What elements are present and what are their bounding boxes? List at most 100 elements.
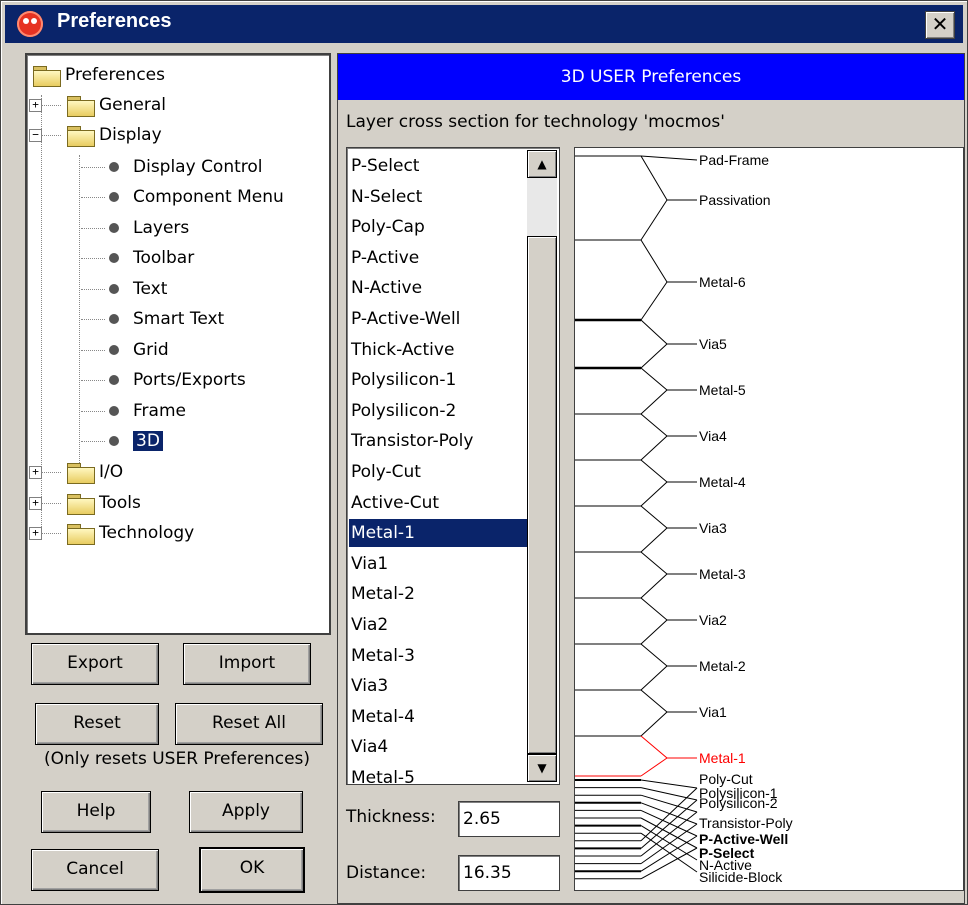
layer-list-item[interactable]: Active-Cut [349, 489, 527, 517]
layer-list-item[interactable]: P-Active-Well [349, 305, 527, 333]
layer-label: Polysilicon-2 [699, 795, 778, 811]
preferences-window: Preferences ✕ Preferences + General − Di… [0, 0, 968, 905]
close-button[interactable]: ✕ [925, 11, 955, 39]
folder-icon [31, 64, 61, 87]
layer-list[interactable]: P-Select N-Select Poly-Cap P-Active N-Active… [346, 147, 560, 785]
layer-list-item[interactable]: Metal-1 [349, 519, 527, 548]
layer-label: Metal-3 [699, 566, 746, 582]
tree-item-preferences[interactable]: Preferences [31, 61, 165, 89]
folder-icon [65, 124, 95, 147]
layer-list-item[interactable]: Polysilicon-2 [349, 397, 527, 425]
tree-item-grid[interactable]: Grid [81, 336, 169, 364]
export-button[interactable]: Export [31, 643, 159, 685]
folder-icon [65, 522, 95, 545]
layer-list-item[interactable]: Metal-3 [349, 642, 527, 670]
connector-line [640, 505, 668, 553]
layer-label: Passivation [699, 192, 771, 208]
layer-list-item[interactable]: Transistor-Poly [349, 427, 527, 455]
layer-list-item[interactable]: P-Select [349, 152, 527, 180]
tree-item-text[interactable]: Text [81, 275, 167, 303]
connector-line [640, 802, 698, 825]
bullet-icon [109, 162, 119, 172]
layer-list-item[interactable]: P-Active [349, 244, 527, 272]
layer-label: Via5 [699, 336, 727, 352]
layer-list-item[interactable]: Metal-2 [349, 580, 527, 608]
tree-item-label: Grid [133, 340, 169, 360]
cancel-button[interactable]: Cancel [31, 849, 159, 891]
tree-item-label: Ports/Exports [133, 370, 246, 390]
connector-line [640, 597, 668, 645]
tree-item-label: Display Control [133, 157, 263, 177]
layer-label: Via1 [699, 704, 727, 720]
connector-line [640, 689, 668, 737]
connector-line [640, 239, 668, 321]
apply-button[interactable]: Apply [189, 791, 303, 833]
layer-label: Metal-4 [699, 474, 746, 490]
scroll-down-icon[interactable]: ▼ [527, 754, 557, 782]
distance-field[interactable]: 16.35 [458, 855, 560, 891]
layer-list-item[interactable]: N-Active [349, 274, 527, 302]
tree-item-label: General [99, 95, 166, 115]
reset-note: (Only resets USER Preferences) [43, 749, 311, 769]
import-button[interactable]: Import [183, 643, 311, 685]
connector-line [640, 367, 668, 415]
preferences-tree[interactable]: Preferences + General − Display Display … [25, 53, 331, 635]
layer-list-item[interactable]: Poly-Cut [349, 458, 527, 486]
tree-item-display-control[interactable]: Display Control [81, 153, 263, 181]
layer-list-item[interactable]: Via1 [349, 550, 527, 578]
layer-label: Metal-5 [699, 382, 746, 398]
layer-list-item[interactable]: Via2 [349, 611, 527, 639]
tree-item-label: I/O [99, 462, 124, 482]
scrollbar-thumb[interactable] [527, 236, 557, 754]
tree-item-label: Tools [99, 493, 141, 513]
tree-item-display[interactable]: − Display [27, 121, 162, 149]
tree-item-label: Display [99, 125, 162, 145]
layer-list-item[interactable]: Metal-5 [349, 764, 527, 784]
layer-list-item[interactable]: Polysilicon-1 [349, 366, 527, 394]
ok-button[interactable]: OK [199, 847, 305, 893]
bullet-icon [109, 314, 119, 324]
tree-item-frame[interactable]: Frame [81, 397, 186, 425]
tree-item-io[interactable]: + I/O [27, 458, 123, 486]
connector-line [640, 811, 698, 857]
scroll-up-icon[interactable]: ▲ [527, 150, 557, 178]
tree-item-label: Technology [99, 523, 195, 543]
panel-subtitle: Layer cross section for technology 'mocm… [346, 112, 725, 132]
panel-header: 3D USER Preferences [338, 54, 964, 100]
connector-line [640, 779, 698, 789]
reset-all-button[interactable]: Reset All [175, 703, 323, 745]
bullet-icon [109, 406, 119, 416]
bullet-icon [109, 192, 119, 202]
tree-item-label: Toolbar [133, 248, 195, 268]
layer-list-item[interactable]: N-Select [349, 183, 527, 211]
layer-list-item[interactable]: Thick-Active [349, 336, 527, 364]
help-button[interactable]: Help [41, 791, 151, 833]
tree-item-technology[interactable]: + Technology [27, 519, 194, 547]
tree-item-tools[interactable]: + Tools [27, 489, 141, 517]
tree-item-toolbar[interactable]: Toolbar [81, 244, 194, 272]
tree-item-general[interactable]: + General [27, 91, 166, 119]
connector-line [640, 825, 698, 861]
connector-line [640, 319, 668, 369]
tree-item-layers[interactable]: Layers [81, 214, 189, 242]
layer-list-item[interactable]: Via3 [349, 672, 527, 700]
tree-item-smart-text[interactable]: Smart Text [81, 305, 224, 333]
tree-item-3d[interactable]: 3D [81, 427, 163, 455]
layer-list-scrollbar[interactable]: ▲ ▼ [527, 150, 557, 782]
layer-list-item[interactable]: Via4 [349, 733, 527, 761]
thickness-field[interactable]: 2.65 [458, 801, 560, 837]
window-title: Preferences [57, 10, 172, 32]
tree-item-component-menu[interactable]: Component Menu [81, 183, 284, 211]
title-bar[interactable]: Preferences ✕ [5, 5, 963, 43]
connector-line [640, 459, 668, 507]
connector-line [640, 551, 668, 599]
reset-button[interactable]: Reset [35, 703, 159, 745]
tree-item-label: Frame [133, 401, 186, 421]
layer-list-item[interactable]: Poly-Cap [349, 213, 527, 241]
tree-item-ports-exports[interactable]: Ports/Exports [81, 366, 246, 394]
connector-line [640, 643, 668, 691]
thickness-label: Thickness: [346, 807, 436, 827]
layer-label: Transistor-Poly [699, 815, 793, 831]
folder-icon [65, 461, 95, 484]
layer-list-item[interactable]: Metal-4 [349, 703, 527, 731]
